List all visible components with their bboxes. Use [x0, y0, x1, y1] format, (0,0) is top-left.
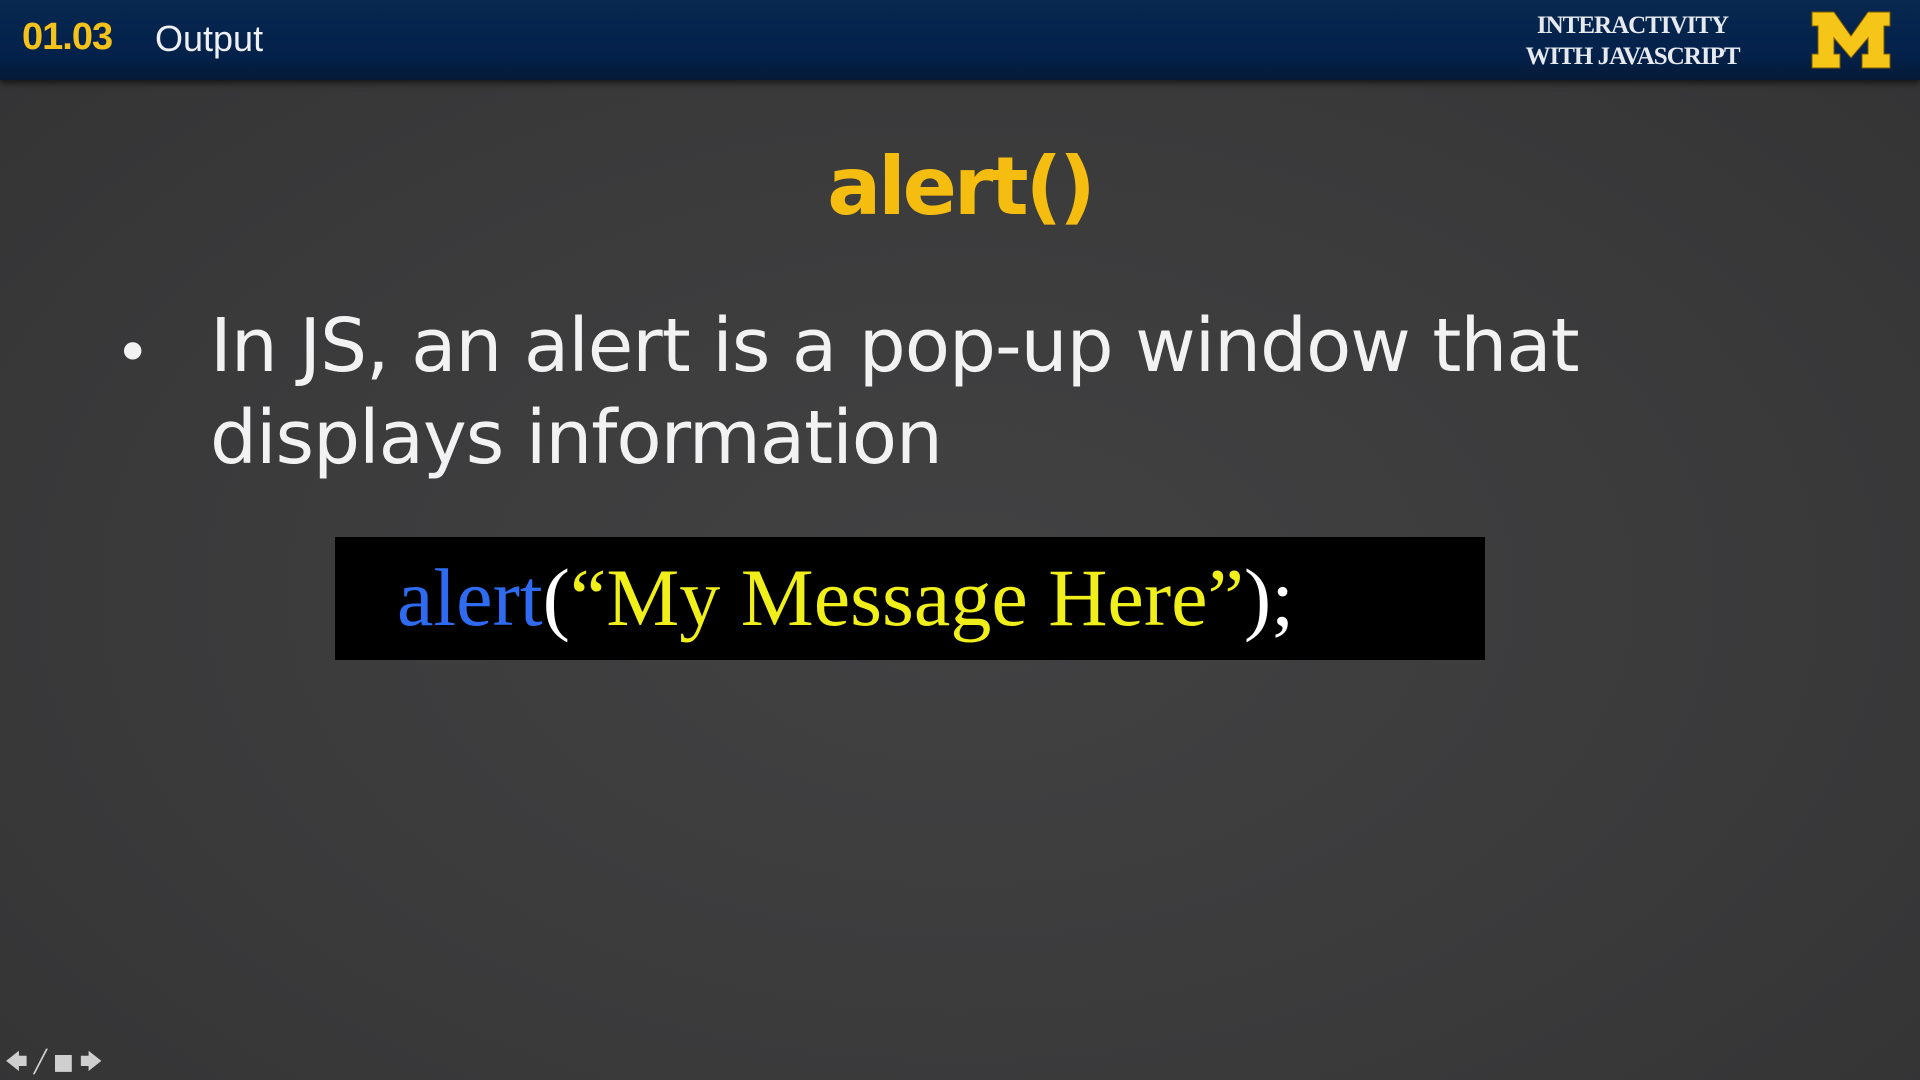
menu-icon[interactable]: ■ [53, 1052, 74, 1074]
pen-icon[interactable]: ╱ [34, 1052, 47, 1074]
section-title: Output [155, 18, 264, 59]
michigan-m-logo [1811, 11, 1891, 69]
course-title-line2: WITH JAVASCRIPT [1525, 43, 1740, 70]
section-number: 01.03 [22, 16, 113, 58]
slide-nav: 🡄 ╱ ■ 🡆 [5, 1052, 103, 1074]
code-string: “My Message Here” [569, 552, 1244, 643]
bullet-dot: • [115, 318, 151, 388]
code-close: ); [1243, 552, 1295, 643]
code-line: alert(“My Message Here”); [397, 551, 1294, 645]
arrow-left-icon[interactable]: 🡄 [5, 1052, 28, 1074]
code-open-paren: ( [542, 552, 570, 643]
slide-title: alert() [827, 140, 1095, 233]
slide: 01.03 Output INTERACTIVITY WITH JAVASCRI… [0, 0, 1920, 1080]
course-title: INTERACTIVITY WITH JAVASCRIPT [1490, 10, 1775, 72]
code-function: alert [397, 552, 543, 643]
course-title-line1: INTERACTIVITY [1536, 12, 1729, 39]
header-bar: 01.03 Output INTERACTIVITY WITH JAVASCRI… [0, 0, 1920, 80]
arrow-right-icon[interactable]: 🡆 [80, 1052, 103, 1074]
code-box: alert(“My Message Here”); [335, 537, 1485, 660]
bullet-text: In JS, an alert is a pop-up window that … [210, 303, 1580, 481]
